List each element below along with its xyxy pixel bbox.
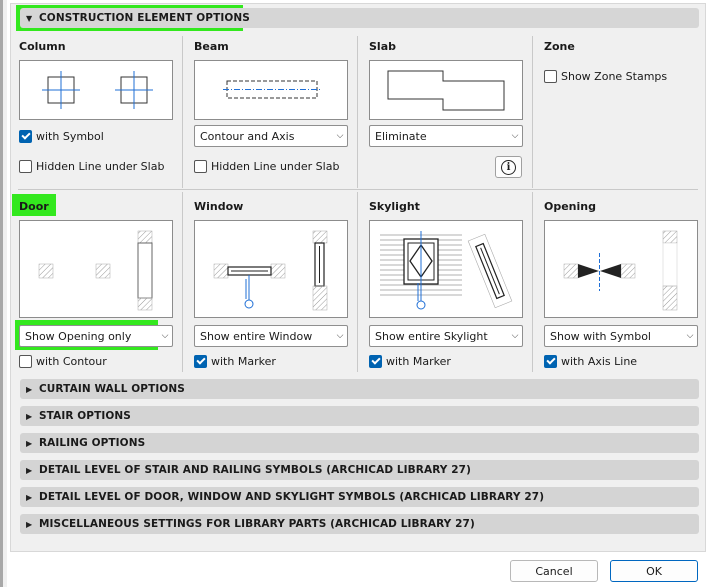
chevron-right-icon: ▶	[26, 411, 33, 421]
ok-button[interactable]: OK	[610, 560, 698, 582]
beam-display-dropdown[interactable]: Contour and Axis ⌵	[194, 125, 348, 147]
checkbox-label: with Symbol	[36, 130, 104, 143]
checkbox-label: with Marker	[386, 355, 451, 368]
divider	[182, 192, 183, 372]
chevron-down-icon: ⌵	[336, 131, 344, 141]
window-preview	[194, 220, 348, 318]
column-with-symbol-checkbox[interactable]: with Symbol	[19, 130, 104, 143]
beam-preview	[194, 60, 348, 120]
door-preview	[19, 220, 173, 318]
section-detail-stair-railing[interactable]: ▶ DETAIL LEVEL OF STAIR AND RAILING SYMB…	[20, 460, 699, 480]
chevron-right-icon: ▶	[26, 438, 33, 448]
cancel-button[interactable]: Cancel	[510, 560, 598, 582]
slab-title: Slab	[369, 40, 396, 53]
divider	[532, 36, 533, 188]
opening-with-axis-checkbox[interactable]: with Axis Line	[544, 355, 637, 368]
section-curtain-wall-options[interactable]: ▶ CURTAIN WALL OPTIONS	[20, 379, 699, 399]
section-stair-options[interactable]: ▶ STAIR OPTIONS	[20, 406, 699, 426]
section-title: MISCELLANEOUS SETTINGS FOR LIBRARY PARTS…	[39, 518, 475, 530]
chevron-right-icon: ▶	[26, 492, 33, 502]
section-title: RAILING OPTIONS	[39, 437, 146, 449]
opening-preview	[544, 220, 698, 318]
divider	[357, 36, 358, 188]
dropdown-value: Show with Symbol	[550, 329, 651, 343]
checkbox-label: with Contour	[36, 355, 107, 368]
checkbox-label: Hidden Line under Slab	[211, 160, 340, 173]
checkbox-unchecked-icon	[194, 160, 207, 173]
chevron-down-icon: ⌵	[511, 131, 519, 141]
divider	[357, 192, 358, 372]
checkbox-label: Hidden Line under Slab	[36, 160, 165, 173]
dropdown-value: Contour and Axis	[200, 129, 295, 143]
divider	[182, 36, 183, 188]
section-title: CURTAIN WALL OPTIONS	[39, 383, 185, 395]
chevron-right-icon: ▶	[26, 519, 33, 529]
info-icon: i	[501, 159, 516, 175]
section-title: DETAIL LEVEL OF DOOR, WINDOW AND SKYLIGH…	[39, 491, 545, 503]
section-misc-library-parts[interactable]: ▶ MISCELLANEOUS SETTINGS FOR LIBRARY PAR…	[20, 514, 699, 534]
dropdown-value: Show Opening only	[25, 329, 132, 343]
checkbox-unchecked-icon	[544, 70, 557, 83]
beam-hidden-line-checkbox[interactable]: Hidden Line under Slab	[194, 160, 339, 173]
slab-display-dropdown[interactable]: Eliminate ⌵	[369, 125, 523, 147]
section-title: CONSTRUCTION ELEMENT OPTIONS	[39, 12, 250, 24]
chevron-right-icon: ▶	[26, 384, 33, 394]
door-with-contour-checkbox[interactable]: with Contour	[19, 355, 107, 368]
column-preview	[19, 60, 173, 120]
dropdown-value: Show entire Window	[200, 329, 313, 343]
checkbox-label: with Axis Line	[561, 355, 638, 368]
skylight-preview	[369, 220, 523, 318]
section-railing-options[interactable]: ▶ RAILING OPTIONS	[20, 433, 699, 453]
chevron-down-icon: ▼	[26, 13, 33, 23]
checkbox-checked-icon	[19, 130, 32, 143]
section-construction-element-options[interactable]: ▼ CONSTRUCTION ELEMENT OPTIONS	[20, 8, 699, 28]
checkbox-checked-icon	[544, 355, 557, 368]
beam-title: Beam	[194, 40, 229, 53]
zone-show-stamps-checkbox[interactable]: Show Zone Stamps	[544, 70, 667, 83]
section-title: DETAIL LEVEL OF STAIR AND RAILING SYMBOL…	[39, 464, 471, 476]
door-title: Door	[19, 200, 49, 213]
zone-title: Zone	[544, 40, 575, 53]
section-detail-door-window-skylight[interactable]: ▶ DETAIL LEVEL OF DOOR, WINDOW AND SKYLI…	[20, 487, 699, 507]
window-title: Window	[194, 200, 244, 213]
dropdown-value: Eliminate	[375, 129, 427, 143]
checkbox-label: Show Zone Stamps	[561, 70, 668, 83]
skylight-with-marker-checkbox[interactable]: with Marker	[369, 355, 451, 368]
chevron-down-icon: ⌵	[511, 331, 519, 341]
opening-title: Opening	[544, 200, 596, 213]
divider	[532, 192, 533, 372]
column-hidden-line-checkbox[interactable]: Hidden Line under Slab	[19, 160, 164, 173]
checkbox-checked-icon	[369, 355, 382, 368]
slab-info-button[interactable]: i	[495, 156, 522, 178]
checkbox-checked-icon	[194, 355, 207, 368]
dropdown-value: Show entire Skylight	[375, 329, 488, 343]
section-title: STAIR OPTIONS	[39, 410, 131, 422]
checkbox-label: with Marker	[211, 355, 276, 368]
chevron-down-icon: ⌵	[686, 331, 694, 341]
checkbox-unchecked-icon	[19, 355, 32, 368]
left-edge-strip	[0, 0, 3, 587]
window-with-marker-checkbox[interactable]: with Marker	[194, 355, 276, 368]
chevron-down-icon: ⌵	[336, 331, 344, 341]
chevron-down-icon: ⌵	[161, 331, 169, 341]
column-title: Column	[19, 40, 66, 53]
chevron-right-icon: ▶	[26, 465, 33, 475]
skylight-title: Skylight	[369, 200, 420, 213]
checkbox-unchecked-icon	[19, 160, 32, 173]
divider	[18, 189, 698, 190]
skylight-display-dropdown[interactable]: Show entire Skylight ⌵	[369, 325, 523, 347]
opening-display-dropdown[interactable]: Show with Symbol ⌵	[544, 325, 698, 347]
window-display-dropdown[interactable]: Show entire Window ⌵	[194, 325, 348, 347]
slab-preview	[369, 60, 523, 120]
door-display-dropdown[interactable]: Show Opening only ⌵	[19, 325, 173, 347]
